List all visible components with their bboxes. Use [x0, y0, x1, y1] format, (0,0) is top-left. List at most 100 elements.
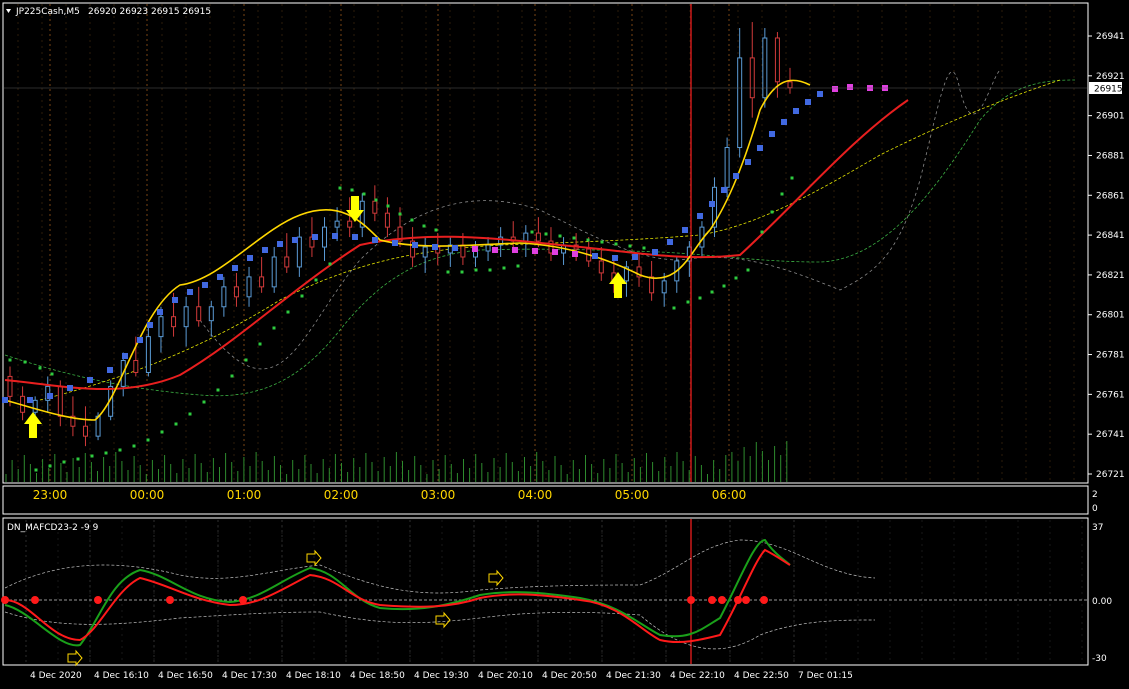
psar-dot: [48, 464, 52, 468]
candle-body: [82, 425, 88, 437]
step-block: [817, 91, 823, 97]
candle-body: [535, 232, 541, 242]
time-label: 06:00: [712, 488, 747, 502]
psar-dot: [328, 262, 332, 266]
cross-dot: [760, 596, 768, 604]
psar-dot: [474, 268, 478, 272]
price-label: 26841: [1096, 231, 1125, 241]
current-price-label: 26915: [1094, 85, 1123, 95]
time-axis-upper: 23:00 00:00 01:00 02:00 03:00 04:00 05:00 06:00: [33, 488, 747, 502]
candle-body: [171, 316, 177, 328]
sub-time-label: 4 Dec 19:30: [414, 671, 469, 681]
step-block: [757, 145, 763, 151]
step-block: [709, 201, 715, 207]
ohlc-values: 26920 26923 26915 26915: [88, 7, 211, 17]
candle-body: [57, 385, 63, 417]
psar-dot: [23, 360, 27, 364]
psar-dot: [722, 284, 726, 288]
psar-dot: [350, 188, 354, 192]
psar-dot: [422, 224, 426, 228]
psar-dot: [790, 176, 794, 180]
candle-body: [598, 260, 604, 274]
psar-dot: [614, 242, 618, 246]
candle-body: [749, 57, 755, 99]
indicator-arrow-icon: [488, 569, 504, 587]
candle-body: [221, 286, 227, 308]
step-block: [352, 234, 358, 240]
step-block: [432, 244, 438, 250]
candle-body: [649, 276, 655, 294]
step-block: [592, 253, 598, 259]
price-label: 26781: [1096, 351, 1125, 361]
psar-dot: [760, 230, 764, 234]
time-label: 23:00: [33, 488, 68, 502]
psar-dot: [398, 212, 402, 216]
psar-dot: [132, 444, 136, 448]
buy-arrow-1: [24, 412, 42, 438]
psar-dot: [572, 236, 576, 240]
step-block: [632, 254, 638, 260]
step-block: [832, 86, 838, 92]
psar-dot: [286, 310, 290, 314]
step-block: [247, 255, 253, 261]
sub-grid: [25, 520, 1083, 664]
time-label: 02:00: [324, 488, 359, 502]
cross-dot: [166, 596, 174, 604]
step-block: [232, 265, 238, 271]
step-block: [137, 337, 143, 343]
candle-body: [787, 81, 793, 89]
psar-dot: [146, 438, 150, 442]
sub-time-label: 4 Dec 18:50: [350, 671, 405, 681]
candle-body: [347, 220, 353, 228]
chart-canvas[interactable]: JP225Cash,M5 26920 26923 26915 26915 269…: [0, 0, 1129, 685]
price-label: 26881: [1096, 151, 1125, 161]
step-block: [312, 234, 318, 240]
step-block: [122, 353, 128, 359]
cross-dot: [1, 596, 9, 604]
price-label: 26901: [1096, 112, 1125, 122]
psar-dot: [544, 232, 548, 236]
parabolic-dots: [8, 176, 794, 472]
chart-menu-triangle-icon[interactable]: [6, 9, 11, 13]
price-label: 26761: [1096, 390, 1125, 400]
sub-axis-top: 37: [1092, 523, 1103, 533]
psar-dot: [530, 230, 534, 234]
psar-dot: [586, 238, 590, 242]
step-block: [612, 255, 618, 261]
candle-body: [322, 226, 328, 248]
step-block: [532, 248, 538, 254]
candle-body: [485, 244, 491, 252]
candle-body: [246, 276, 252, 298]
sub-axis-bottom: -30: [1092, 654, 1107, 664]
candle-body: [737, 57, 743, 148]
psar-dot: [160, 430, 164, 434]
step-block: [47, 393, 53, 399]
psar-dot: [338, 186, 342, 190]
sub-time-label: 4 Dec 17:30: [222, 671, 277, 681]
candle-body: [259, 276, 265, 288]
step-block: [2, 397, 8, 403]
step-block: [107, 367, 113, 373]
psar-dot: [50, 372, 54, 376]
price-label: 26801: [1096, 311, 1125, 321]
time-label: 01:00: [227, 488, 262, 502]
sub-time-label: 4 Dec 22:10: [670, 671, 725, 681]
sub-time-label: 4 Dec 16:10: [94, 671, 149, 681]
psar-dot: [460, 270, 464, 274]
price-axis: 26941 26921 26901 26881 26861 26841 26821 26801…: [1088, 32, 1125, 480]
step-block: [572, 251, 578, 257]
step-trend-line: [2, 84, 888, 403]
psar-dot: [272, 326, 276, 330]
candle-body: [460, 244, 466, 258]
cross-dot: [718, 596, 726, 604]
trend-yellow-dashed: [39, 79, 1061, 401]
chart-window[interactable]: JP225Cash,M5 26920 26923 26915 26915 269…: [0, 0, 1129, 685]
time-axis-lower: 4 Dec 2020 4 Dec 16:10 4 Dec 16:50 4 Dec 17…: [30, 671, 853, 681]
psar-dot: [710, 290, 714, 294]
step-block: [277, 241, 283, 247]
time-label: 05:00: [615, 488, 650, 502]
psar-dot: [38, 366, 42, 370]
step-block: [652, 249, 658, 255]
candle-body: [523, 232, 529, 242]
psar-dot: [188, 412, 192, 416]
